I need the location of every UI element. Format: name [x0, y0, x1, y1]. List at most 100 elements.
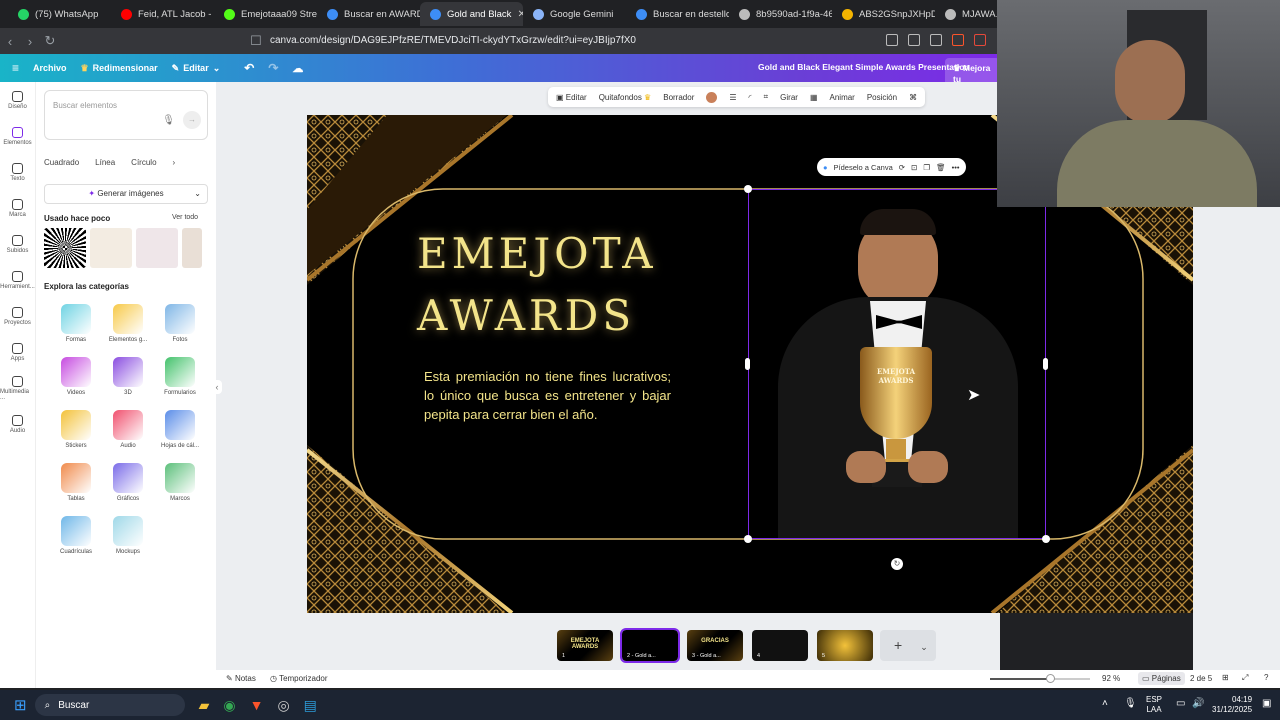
browser-tab[interactable]: ABS2GSnpJXHpDG: [832, 2, 935, 26]
browser-tab[interactable]: Google Gemini: [523, 2, 626, 26]
brave-icon[interactable]: ▼: [250, 697, 264, 713]
sidebar-item[interactable]: Proyectos: [0, 298, 35, 334]
category-item[interactable]: Audio: [102, 410, 154, 449]
toolbar-girar[interactable]: Girar: [780, 93, 798, 102]
sidebar-item[interactable]: Texto: [0, 154, 35, 190]
category-item[interactable]: Tablas: [50, 463, 102, 502]
resize-handle-bottom-left[interactable]: [744, 535, 752, 543]
collapse-panel-icon[interactable]: ‹: [212, 380, 222, 394]
reload-icon[interactable]: ↻: [40, 33, 60, 49]
hamburger-icon[interactable]: ≡: [12, 61, 19, 75]
menu-editar[interactable]: ✎ Editar ⌄: [172, 63, 221, 74]
category-item[interactable]: 3D: [102, 357, 154, 396]
browser-tab[interactable]: Feid, ATL Jacob - Lu: [111, 2, 214, 26]
chip-linea[interactable]: Línea: [95, 158, 115, 167]
transparency-icon[interactable]: ▦: [810, 93, 818, 102]
forward-icon[interactable]: ›: [20, 34, 40, 49]
crop-icon[interactable]: ⌗: [764, 92, 769, 102]
browser-tab[interactable]: Buscar en AWARDS: [317, 2, 420, 26]
chrome-icon[interactable]: ◉: [223, 697, 235, 714]
category-item[interactable]: Gráficos: [102, 463, 154, 502]
see-all-link[interactable]: Ver todo: [172, 214, 198, 221]
toolbar-posicion[interactable]: Posición: [867, 93, 897, 102]
color-swatch[interactable]: [706, 91, 718, 103]
taskbar-search[interactable]: ⌕ Buscar: [34, 694, 185, 716]
page-thumbnail[interactable]: GRACIAS 3 - Gold a...: [687, 630, 743, 661]
slide-body-text[interactable]: Esta premiación no tiene fines lucrativo…: [424, 367, 671, 424]
page-thumbnail[interactable]: EMEJOTA AWARDS 1: [557, 630, 613, 661]
category-item[interactable]: Stickers: [50, 410, 102, 449]
chevron-down-icon[interactable]: ⌄: [194, 185, 201, 203]
notes-button[interactable]: ✎ Notas: [226, 674, 256, 683]
page-thumbnail[interactable]: 5: [817, 630, 873, 661]
browser-tab[interactable]: Buscar en destellos: [626, 2, 729, 26]
menu-redimensionar[interactable]: ♛ Redimensionar: [81, 63, 158, 74]
notification-icon[interactable]: ▣: [1262, 698, 1271, 709]
help-icon[interactable]: ?: [1264, 673, 1268, 682]
redo-icon[interactable]: ↷: [268, 61, 278, 75]
fullscreen-icon[interactable]: ⤢: [1242, 673, 1248, 683]
generate-images-button[interactable]: ✦ Generar imágenes ⌄: [44, 184, 208, 204]
submit-arrow-icon[interactable]: →: [183, 111, 201, 129]
sidebar-item[interactable]: Multimedia ...: [0, 370, 35, 406]
volume-icon[interactable]: 🔊: [1192, 698, 1204, 709]
corner-radius-icon[interactable]: ◜: [749, 93, 752, 102]
file-explorer-icon[interactable]: ▰: [199, 697, 210, 714]
clock[interactable]: 04:19 31/12/2025: [1212, 695, 1252, 715]
resize-handle-top-left[interactable]: [744, 185, 752, 193]
recent-element-people[interactable]: [90, 228, 132, 268]
chevron-down-icon[interactable]: ⌄: [920, 642, 928, 652]
sidebar-item[interactable]: Herramient...: [0, 262, 35, 298]
category-item[interactable]: Formas: [50, 304, 102, 343]
document-title[interactable]: Gold and Black Elegant Simple Awards Pre…: [758, 62, 970, 72]
timer-button[interactable]: ◷ Temporizador: [270, 674, 328, 683]
zoom-slider-knob[interactable]: [1046, 674, 1055, 683]
ask-canva-button[interactable]: Pídeselo a Canva: [834, 163, 893, 172]
grid-view-icon[interactable]: ⊞: [1222, 673, 1229, 682]
pages-button[interactable]: ▭ Páginas: [1138, 672, 1185, 685]
page-thumbnail[interactable]: 4: [752, 630, 808, 661]
toolbar-animar[interactable]: Animar: [830, 93, 855, 102]
category-item[interactable]: Mockups: [102, 516, 154, 555]
page-thumbnail[interactable]: 2 - Gold a...: [620, 628, 680, 663]
slide-title[interactable]: EMEJOTA AWARDS: [417, 223, 653, 347]
chevron-right-icon[interactable]: ›: [173, 158, 176, 167]
undo-icon[interactable]: ↶: [244, 61, 254, 75]
menu-archivo[interactable]: Archivo: [33, 63, 67, 73]
network-icon[interactable]: ▭: [1176, 698, 1185, 709]
chip-circulo[interactable]: Círculo: [131, 158, 156, 167]
cloud-save-icon[interactable]: ☁: [292, 62, 303, 75]
sidebar-item[interactable]: Apps: [0, 334, 35, 370]
address-bar[interactable]: canva.com/design/DAG9EJPfzRE/TMEVDJciTI-…: [270, 28, 636, 54]
category-item[interactable]: Videos: [50, 357, 102, 396]
browser-tab[interactable]: 8b9590ad-1f9a-463: [729, 2, 832, 26]
obs-icon[interactable]: ◎: [277, 697, 289, 714]
zoom-level[interactable]: 92 %: [1102, 674, 1120, 683]
toolbar-editar[interactable]: ▣ Editar: [556, 93, 587, 102]
line-weight-icon[interactable]: ☰: [729, 93, 736, 102]
category-item[interactable]: Cuadrículas: [50, 516, 102, 555]
recent-element-group[interactable]: [136, 228, 178, 268]
rotate-handle-icon[interactable]: ↻: [891, 558, 903, 570]
browser-tab[interactable]: (75) WhatsApp: [8, 2, 111, 26]
sidebar-item[interactable]: Subidos: [0, 226, 35, 262]
category-item[interactable]: Formularios: [154, 357, 206, 396]
trash-icon[interactable]: 🗑: [936, 163, 946, 172]
bookmark-icon[interactable]: ☐: [246, 33, 266, 49]
category-item[interactable]: Marcos: [154, 463, 206, 502]
sidebar-item[interactable]: Marca: [0, 190, 35, 226]
language-indicator[interactable]: ESP LAA: [1146, 695, 1162, 715]
resize-handle-left[interactable]: [745, 358, 750, 370]
resize-handle-bottom-right[interactable]: [1042, 535, 1050, 543]
sidebar-item[interactable]: Elementos: [0, 118, 35, 154]
paint-format-icon[interactable]: ⌘: [909, 93, 917, 102]
share-icon[interactable]: [930, 34, 942, 46]
windows-start-icon[interactable]: ⊞: [14, 696, 27, 714]
browser-tab[interactable]: Gold and Black ✕: [420, 2, 523, 26]
reader-icon[interactable]: [908, 34, 920, 46]
duplicate-icon[interactable]: ❐: [923, 163, 930, 172]
resize-handle-right[interactable]: [1043, 358, 1048, 370]
brave-shield-icon[interactable]: [952, 34, 964, 46]
search-input[interactable]: Buscar elementos 🎙 →: [44, 90, 208, 140]
toolbar-quitafondos[interactable]: Quitafondos ♛: [599, 93, 652, 102]
